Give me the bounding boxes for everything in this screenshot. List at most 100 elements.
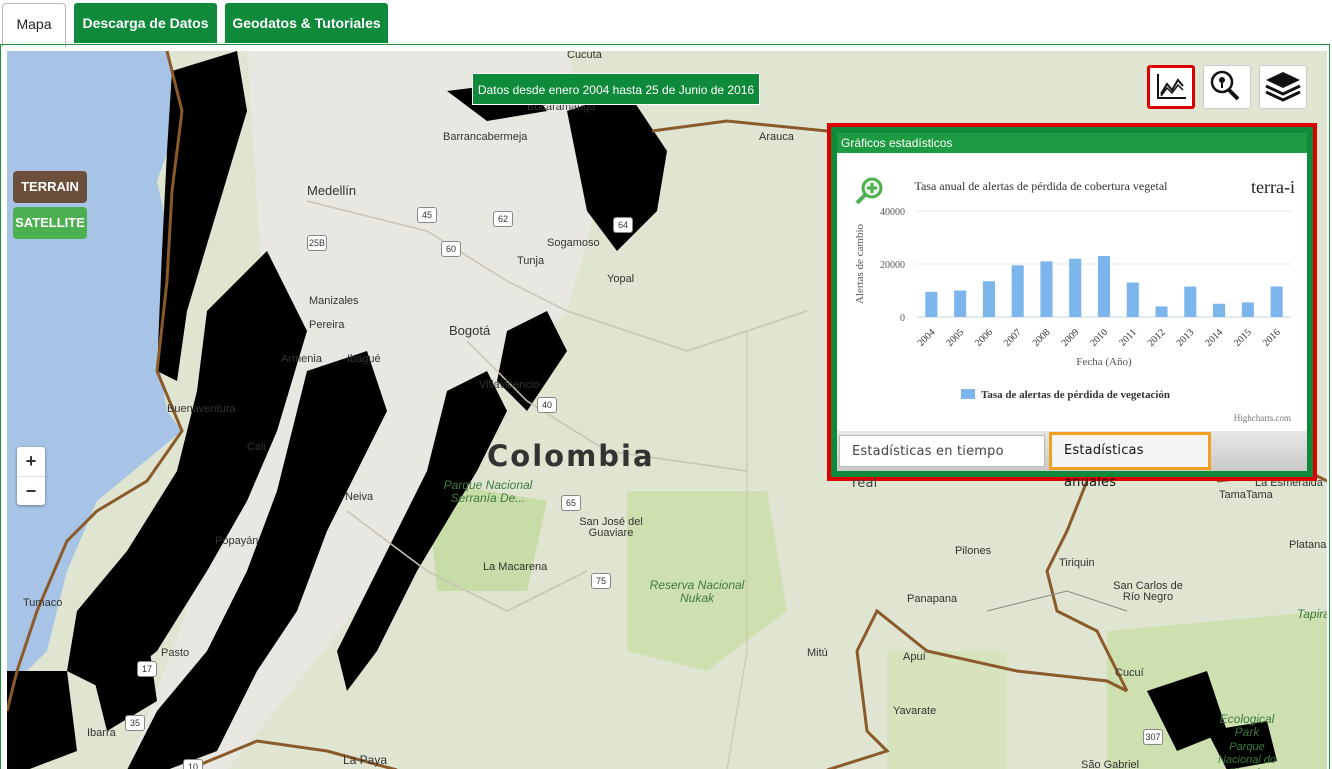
x-tick-label: 2009 bbox=[1059, 327, 1081, 349]
road-shield: 60 bbox=[441, 241, 461, 257]
tab-annual-stats[interactable]: Estadísticas anuales bbox=[1049, 432, 1211, 490]
zoom-in-button[interactable]: + bbox=[17, 447, 45, 477]
place-label: Medellín bbox=[307, 183, 357, 198]
x-tick-label: 2012 bbox=[1146, 327, 1168, 349]
place-label: Ibagué bbox=[347, 353, 381, 365]
place-label: Sogamoso bbox=[547, 237, 600, 249]
place-label: Pereira bbox=[309, 319, 345, 331]
statistics-panel-inner: Gráficos estadísticos Tasa anual de aler… bbox=[835, 131, 1309, 491]
place-label: TamaTama bbox=[1219, 489, 1273, 501]
place-label: Bogotá bbox=[449, 323, 491, 338]
bar-chart: 0 20000 40000 2004 2005 2006 2007 2008 2009 2010 2… bbox=[854, 207, 1291, 401]
place-label: Arauca bbox=[759, 131, 794, 143]
road-shield: 10 bbox=[183, 759, 203, 769]
map-canvas[interactable]: Cucutá Bucaramanga Barrancabermeja Arauc… bbox=[7, 51, 1327, 769]
chart-bar bbox=[1213, 303, 1226, 317]
chart-container: Tasa anual de alertas de pérdida de cobe… bbox=[841, 157, 1303, 429]
place-label: San José del Guaviare bbox=[579, 516, 643, 539]
chart-icon bbox=[1157, 74, 1186, 99]
place-label: Tapira bbox=[1297, 607, 1327, 621]
chart-bar bbox=[1040, 261, 1053, 317]
chart-credit[interactable]: Highcharts.com bbox=[1234, 413, 1291, 423]
chart-bar bbox=[1126, 282, 1139, 317]
place-label: San Carlos de Río Negro bbox=[1113, 580, 1183, 603]
road-shield: 65 bbox=[561, 495, 581, 511]
chart-bar bbox=[1155, 306, 1168, 317]
search-location-icon bbox=[1210, 70, 1240, 101]
terrain-button[interactable]: TERRAIN bbox=[13, 171, 87, 203]
chart-bar bbox=[1241, 302, 1254, 317]
zoom-out-button[interactable]: − bbox=[17, 477, 45, 506]
search-location-button[interactable] bbox=[1203, 65, 1251, 109]
place-label: Platanal bbox=[1289, 539, 1327, 551]
tab-geodatos-tutoriales[interactable]: Geodatos & Tutoriales bbox=[225, 3, 388, 43]
legend-label: Tasa de alertas de pérdida de vegetación bbox=[981, 389, 1170, 401]
layers-button[interactable] bbox=[1259, 65, 1307, 109]
place-label: Mitú bbox=[807, 647, 828, 659]
country-label: Colombia bbox=[487, 439, 655, 473]
place-label: Villavicencio bbox=[479, 379, 540, 391]
road-shield: 75 bbox=[591, 573, 611, 589]
chart-bar bbox=[1270, 286, 1283, 317]
place-label: Tunja bbox=[517, 255, 545, 267]
place-label: Apuí bbox=[903, 651, 926, 663]
date-range-banner: Datos desde enero 2004 hasta 25 de Junio… bbox=[472, 73, 760, 105]
road-shield: 64 bbox=[613, 217, 633, 233]
tab-descarga-datos[interactable]: Descarga de Datos bbox=[74, 3, 217, 43]
chart-bar bbox=[925, 291, 938, 317]
y-tick-label: 40000 bbox=[880, 207, 905, 218]
place-label: Popayán bbox=[215, 535, 259, 547]
x-tick-label: 2016 bbox=[1261, 327, 1283, 349]
chart-bar bbox=[1184, 286, 1197, 317]
y-tick-label: 0 bbox=[900, 313, 905, 324]
tab-mapa[interactable]: Mapa bbox=[2, 3, 66, 47]
x-tick-label: 2014 bbox=[1203, 327, 1225, 349]
road-shield: 17 bbox=[137, 661, 157, 677]
x-tick-label: 2007 bbox=[1002, 327, 1024, 349]
satellite-button[interactable]: SATELLITE bbox=[13, 207, 87, 239]
x-tick-label: 2010 bbox=[1088, 327, 1110, 349]
zoom-control: + − bbox=[17, 447, 45, 505]
y-tick-label: 20000 bbox=[880, 260, 905, 271]
place-label: Yavarate bbox=[893, 705, 937, 717]
x-tick-label: 2004 bbox=[916, 327, 938, 349]
place-label: La Paya bbox=[343, 753, 388, 767]
statistics-panel: Gráficos estadísticos Tasa anual de aler… bbox=[827, 123, 1317, 491]
place-label: Cali bbox=[247, 441, 266, 453]
place-label: Ibarra bbox=[87, 727, 116, 739]
place-label: Yopal bbox=[607, 273, 635, 285]
chart-tool-button[interactable] bbox=[1147, 65, 1195, 109]
x-axis-label: Fecha (Año) bbox=[1076, 356, 1132, 368]
x-tick-label: 2013 bbox=[1175, 327, 1197, 349]
road-shield: 62 bbox=[493, 211, 513, 227]
park-label: Parque Nacional Serranía De... bbox=[443, 478, 533, 505]
park-label: Ecological Park bbox=[1219, 712, 1275, 739]
x-tick-label: 2011 bbox=[1117, 327, 1139, 349]
place-label: La Macarena bbox=[483, 561, 548, 573]
tab-realtime-stats[interactable]: Estadísticas en tiempo real bbox=[839, 435, 1045, 491]
main-tabs: Mapa Descarga de Datos Geodatos & Tutori… bbox=[0, 0, 1332, 47]
road-shield: 307 bbox=[1143, 729, 1163, 745]
layers-icon bbox=[1265, 72, 1301, 102]
place-label: São Gabriel bbox=[1081, 759, 1140, 769]
park-label: Parque Nacional do Pico da bbox=[1217, 741, 1277, 769]
place-label: Pasto bbox=[161, 647, 190, 659]
road-shield: 45 bbox=[417, 207, 437, 223]
panel-title: Gráficos estadísticos bbox=[837, 133, 1307, 153]
map-frame: Cucutá Bucaramanga Barrancabermeja Arauc… bbox=[0, 44, 1330, 769]
x-tick-label: 2008 bbox=[1031, 327, 1053, 349]
chart-bar bbox=[954, 290, 967, 317]
road-shield: 40 bbox=[537, 397, 557, 413]
x-tick-label: 2005 bbox=[944, 327, 966, 349]
chart-bar bbox=[1069, 258, 1082, 317]
legend-swatch bbox=[961, 389, 975, 399]
place-label: Pilones bbox=[955, 545, 992, 557]
chart-bar bbox=[1097, 256, 1111, 317]
place-label: Tiriquin bbox=[1059, 557, 1095, 569]
road-shield: 25B bbox=[307, 235, 327, 251]
x-tick-label: 2015 bbox=[1232, 327, 1254, 349]
place-label: Barrancabermeja bbox=[443, 131, 528, 143]
chart-bar bbox=[1011, 265, 1024, 317]
place-label: Buenaventura bbox=[167, 403, 236, 415]
road-shield: 35 bbox=[125, 715, 145, 731]
